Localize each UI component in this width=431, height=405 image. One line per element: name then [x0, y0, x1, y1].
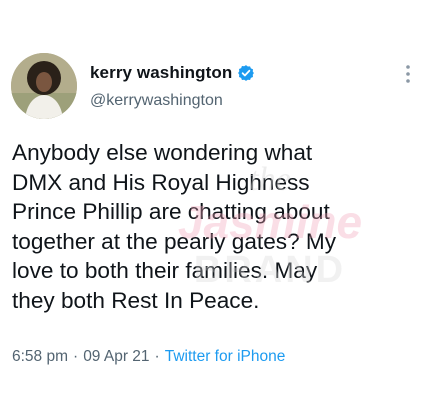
avatar[interactable] [11, 53, 77, 119]
tweet-time[interactable]: 6:58 pm [12, 348, 68, 366]
verified-badge-icon [237, 64, 255, 82]
meta-separator: · [154, 348, 160, 365]
tweet-source-link[interactable]: Twitter for iPhone [165, 348, 286, 366]
tweet-card: kerry washington @kerrywashington Anybod… [0, 0, 431, 405]
more-vertical-icon[interactable] [405, 64, 411, 84]
meta-separator: · [73, 348, 79, 365]
author-name[interactable]: kerry washington [90, 63, 232, 83]
tweet-meta: 6:58 pm · 09 Apr 21 · Twitter for iPhone [12, 348, 285, 366]
tweet-date[interactable]: 09 Apr 21 [83, 348, 149, 366]
avatar-image [11, 53, 77, 119]
tweet-text: Anybody else wondering what DMX and His … [12, 140, 337, 313]
author-row: kerry washington [90, 63, 255, 83]
author-handle[interactable]: @kerrywashington [90, 92, 223, 110]
